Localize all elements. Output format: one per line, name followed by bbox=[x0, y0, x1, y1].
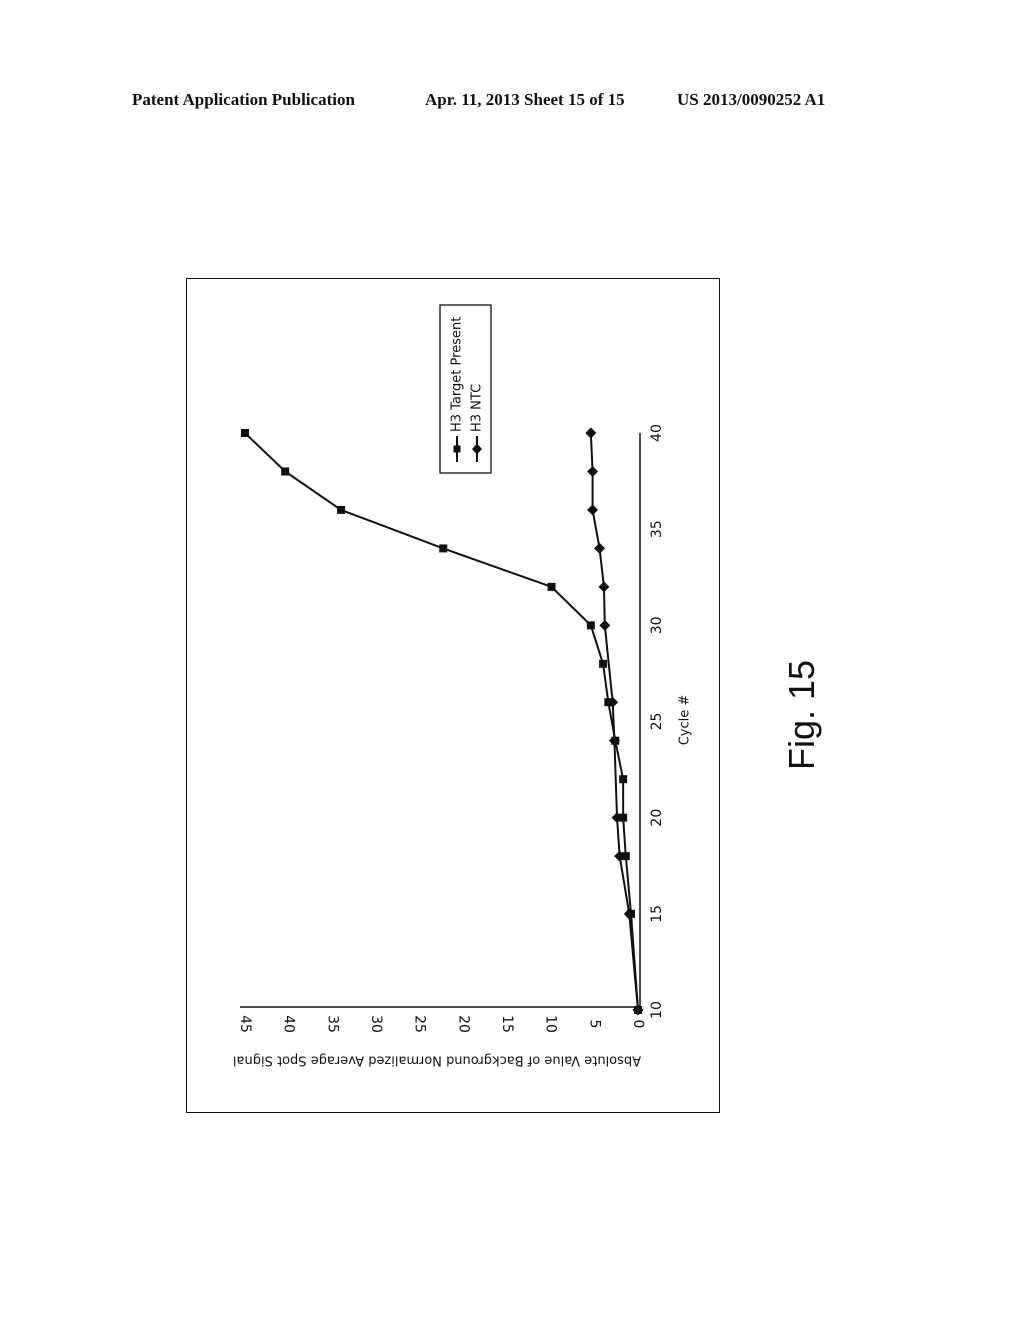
x-axis-title: Cycle # bbox=[678, 695, 693, 746]
data-point-diamond bbox=[587, 504, 599, 516]
y-tick-label: 45 bbox=[237, 1015, 253, 1033]
data-point-square bbox=[586, 621, 595, 630]
data-point-diamond bbox=[585, 427, 597, 439]
x-tick-label: 10 bbox=[649, 1001, 665, 1019]
legend-marker-square bbox=[453, 445, 461, 453]
legend-label: H3 NTC bbox=[470, 384, 485, 432]
x-tick-label: 35 bbox=[649, 520, 665, 538]
x-tick-label: 15 bbox=[649, 905, 665, 923]
chart-rotated-group: 0 5 10 15 20 25 30 35 40 45 10 15 20 25 30 35 40 Absolute… bbox=[233, 304, 693, 1068]
x-tick-label: 25 bbox=[649, 713, 665, 731]
y-tick-label: 35 bbox=[324, 1015, 340, 1033]
data-point-square bbox=[241, 429, 249, 437]
y-tick-label: 25 bbox=[412, 1015, 428, 1033]
figure-label: Fig. 15 bbox=[781, 659, 822, 771]
series-line-target-present bbox=[244, 432, 639, 1011]
y-tick-label: 30 bbox=[368, 1015, 384, 1033]
data-point-diamond bbox=[594, 542, 606, 554]
data-point-square bbox=[619, 775, 628, 784]
y-axis-title: Absolute Value of Background Normalized … bbox=[233, 1053, 641, 1068]
x-tick-label: 20 bbox=[649, 809, 665, 827]
y-tick-label: 10 bbox=[543, 1015, 559, 1033]
x-tick-label: 30 bbox=[649, 616, 665, 634]
y-tick-label: 15 bbox=[499, 1015, 515, 1033]
line-chart: 0 5 10 15 20 25 30 35 40 45 10 15 20 25 30 35 40 Absolute… bbox=[233, 304, 693, 1068]
data-point-diamond bbox=[599, 619, 611, 631]
data-point-square bbox=[439, 544, 448, 553]
y-tick-label: 40 bbox=[281, 1015, 297, 1033]
data-point-diamond bbox=[598, 581, 610, 593]
data-point-square bbox=[281, 467, 290, 476]
data-point-square bbox=[337, 505, 346, 514]
y-tick-label: 20 bbox=[455, 1015, 471, 1033]
data-point-square bbox=[599, 659, 608, 668]
data-point-square bbox=[547, 582, 556, 591]
legend-label: H3 Target Present bbox=[450, 317, 465, 432]
y-tick-label: 0 bbox=[630, 1020, 646, 1029]
y-tick-label: 5 bbox=[586, 1020, 602, 1029]
data-point-diamond bbox=[587, 465, 599, 477]
series-line-ntc bbox=[589, 432, 639, 1011]
x-tick-label: 40 bbox=[649, 424, 665, 442]
